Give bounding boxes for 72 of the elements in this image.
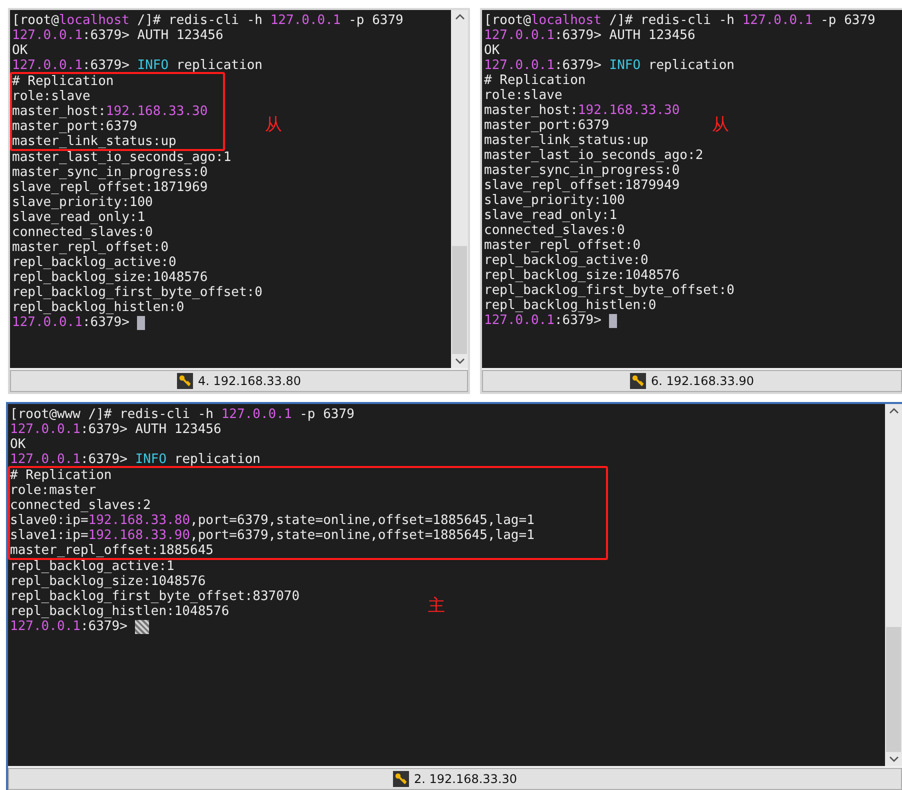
terminal-line: repl_backlog_active:0	[484, 253, 648, 268]
annotation-text: 从	[712, 114, 729, 136]
terminal-line: repl_backlog_first_byte_offset:837070	[10, 589, 300, 604]
terminal-line: repl_backlog_active:1	[10, 559, 174, 574]
key-icon	[392, 771, 409, 788]
terminal-line: repl_backlog_size:1048576	[12, 270, 208, 285]
terminal-line: 127.0.0.1:6379> AUTH 123456	[12, 28, 224, 43]
scrollbar[interactable]	[451, 10, 468, 368]
terminal-line: slave_read_only:1	[484, 208, 618, 223]
terminal-line: # Replication	[10, 468, 113, 483]
terminal-line: repl_backlog_size:1048576	[10, 574, 206, 589]
terminal-line: repl_backlog_histlen:1048576	[10, 604, 230, 619]
terminal-line: master_link_status:up	[484, 133, 648, 148]
terminal-line: [root@localhost /]# redis-cli -h 127.0.0.1 -p 6379	[484, 13, 876, 28]
terminal-line: master_sync_in_progress:0	[484, 163, 680, 178]
terminal-line: role:master	[10, 483, 98, 498]
terminal-line: master_host:192.168.33.30	[12, 104, 209, 119]
key-icon	[630, 373, 646, 389]
terminal-line: repl_backlog_histlen:0	[484, 298, 656, 313]
terminal-line: # Replication	[12, 74, 115, 89]
terminal-line: OK	[484, 43, 500, 58]
terminal-line: repl_backlog_size:1048576	[484, 268, 680, 283]
terminal-line: 127.0.0.1:6379> AUTH 123456	[10, 422, 222, 437]
terminal-line: master_port:6379	[12, 119, 138, 134]
terminal-line: master_repl_offset:0	[484, 238, 641, 253]
annotation-text: 主	[428, 595, 445, 617]
terminal-line: 127.0.0.1:6379>	[484, 313, 602, 328]
terminal-line: slave_priority:100	[12, 195, 153, 210]
annotation-text: 从	[265, 114, 282, 136]
session-tab[interactable]: 4. 192.168.33.80	[10, 370, 468, 392]
terminal-line: master_repl_offset:0	[12, 240, 169, 255]
terminal-line: connected_slaves:2	[10, 498, 152, 513]
terminal-line: slave_read_only:1	[12, 210, 146, 225]
session-tab[interactable]: 2. 192.168.33.30	[8, 768, 902, 790]
terminal-line: repl_backlog_first_byte_offset:0	[484, 283, 734, 298]
terminal-line: role:slave	[484, 88, 562, 103]
terminal-line: 127.0.0.1:6379>	[10, 619, 128, 634]
terminal-line: [root@localhost /]# redis-cli -h 127.0.0.1 -p 6379	[12, 13, 404, 28]
terminal-line: slave0:ip=192.168.33.80,port=6379,state=online,offset=1885645,lag=1	[10, 513, 536, 528]
terminal-line: master_port:6379	[484, 118, 610, 133]
terminal-line: slave_repl_offset:1879949	[484, 178, 680, 193]
terminal-line: role:slave	[12, 89, 92, 104]
terminal-line: connected_slaves:0	[12, 225, 153, 240]
key-icon	[176, 373, 193, 389]
terminal-line: 127.0.0.1:6379> INFO replication	[484, 58, 734, 73]
terminal-line: master_link_status:up	[12, 134, 178, 149]
scroll-up-icon[interactable]	[888, 408, 898, 414]
terminal-line: master_host:192.168.33.30	[484, 103, 680, 118]
terminal-line: OK	[12, 43, 28, 58]
terminal-line: 127.0.0.1:6379> INFO replication	[10, 452, 260, 467]
terminal-line: # Replication	[484, 73, 586, 88]
terminal-line: repl_backlog_active:0	[12, 255, 176, 270]
session-tab[interactable]: 6. 192.168.33.90	[482, 370, 902, 392]
terminal-line: repl_backlog_histlen:0	[12, 300, 184, 315]
terminal-line: slave1:ip=192.168.33.90,port=6379,state=online,offset=1885645,lag=1	[10, 528, 536, 543]
terminal-line: OK	[10, 437, 26, 452]
terminal-line: master_sync_in_progress:0	[12, 165, 208, 180]
scroll-down-icon[interactable]	[888, 756, 898, 762]
terminal-line: slave_priority:100	[484, 193, 625, 208]
terminal-line: master_last_io_seconds_ago:2	[484, 148, 704, 163]
terminal-line: 127.0.0.1:6379> AUTH 123456	[484, 28, 696, 43]
terminal-line: connected_slaves:0	[484, 223, 625, 238]
scrollbar[interactable]	[885, 404, 902, 766]
terminal-line: repl_backlog_first_byte_offset:0	[12, 285, 262, 300]
terminal-line: slave_repl_offset:1871969	[12, 180, 208, 195]
terminal-line: master_last_io_seconds_ago:1	[12, 150, 232, 165]
terminal-line: 127.0.0.1:6379>	[12, 315, 130, 330]
terminal-line: [root@www /]# redis-cli -h 127.0.0.1 -p 6379	[10, 407, 354, 422]
scroll-down-icon[interactable]	[454, 358, 464, 364]
terminal-line: master_repl_offset:1885645	[10, 543, 214, 558]
terminal-line: 127.0.0.1:6379> INFO replication	[12, 58, 262, 73]
scroll-up-icon[interactable]	[454, 14, 464, 20]
